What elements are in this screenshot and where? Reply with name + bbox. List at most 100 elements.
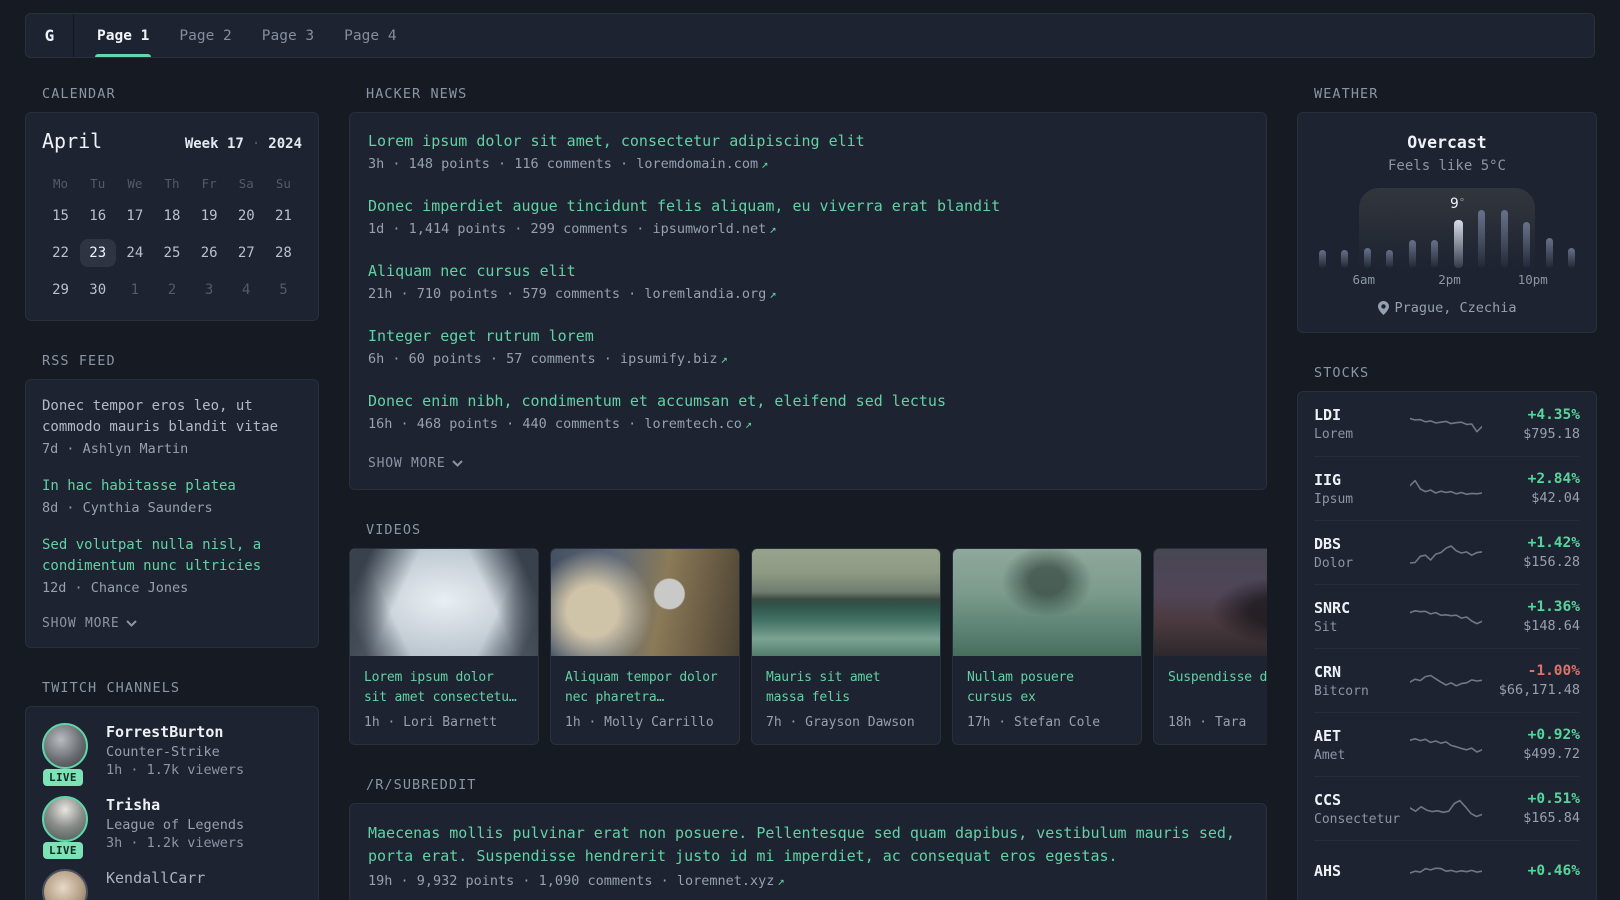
stock-row[interactable]: IIG Ipsum +2.84% $42.04 <box>1314 456 1580 520</box>
hn-item: Lorem ipsum dolor sit amet, consectetur … <box>368 131 1248 172</box>
hn-item-link[interactable]: Aliquam nec cursus elit <box>368 261 1248 282</box>
hn-item-link[interactable]: Integer eget rutrum lorem <box>368 326 1248 347</box>
twitch-channel-meta: 1h · 1.7k viewers <box>106 762 245 778</box>
calendar-day: 27 <box>237 245 255 261</box>
hacker-news-section-title: HACKER NEWS <box>366 86 468 102</box>
hacker-news-widget: HACKER NEWS Lorem ipsum dolor sit amet, … <box>349 86 1267 490</box>
chevron-down-icon <box>452 460 464 467</box>
twitch-channel-row[interactable]: LIVE ForrestBurton Counter-Strike 1h · 1… <box>42 723 302 786</box>
current-temperature-label: 9° <box>1450 196 1465 212</box>
rss-item: In hac habitasse platea 8d · Cynthia Sau… <box>42 476 302 516</box>
calendar-day: 24 <box>126 245 144 261</box>
tab-page-4[interactable]: Page 4 <box>342 14 398 57</box>
rss-item-link[interactable]: In hac habitasse platea <box>42 476 302 497</box>
hn-meta-text: 3h · 148 points · 116 comments · loremdo… <box>368 156 759 172</box>
twitch-channel-name: Trisha <box>106 796 161 814</box>
stock-ticker: AHS <box>1314 862 1342 880</box>
stock-price: $165.84 <box>1523 810 1580 826</box>
calendar-day: 22 <box>52 245 69 261</box>
calendar-day: 26 <box>200 245 218 261</box>
stock-ticker: DBS <box>1314 534 1342 553</box>
video-thumbnail <box>551 549 739 656</box>
calendar-day: 17 <box>126 208 144 224</box>
weather-location: Prague, Czechia <box>1314 300 1580 316</box>
rss-item-meta: 12d · Chance Jones <box>42 580 189 596</box>
calendar-day: 29 <box>52 282 69 298</box>
hn-meta-text: 21h · 710 points · 579 comments · loreml… <box>368 286 767 302</box>
stock-ticker: LDI <box>1314 406 1342 424</box>
calendar-grid: Mo Tu We Th Fr Sa Su 15 16 17 18 19 20 21 22 23 24 25 26 27… <box>42 173 302 304</box>
hn-item: Integer eget rutrum lorem 6h · 60 points… <box>368 326 1248 367</box>
stock-name: Amet <box>1314 747 1346 763</box>
show-more-label: SHOW MORE <box>368 456 446 471</box>
hn-item: Donec imperdiet augue tincidunt felis al… <box>368 196 1248 237</box>
weather-time-axis: 6am 2pm 10pm <box>1319 272 1575 288</box>
reddit-post-link[interactable]: Maecenas mollis pulvinar erat non posuer… <box>368 822 1248 869</box>
rss-item-link[interactable]: Sed volutpat nulla nisl, a condimentum n… <box>42 535 302 577</box>
hn-item-link[interactable]: Donec enim nibh, condimentum et accumsan… <box>368 391 1248 412</box>
hn-item-link[interactable]: Lorem ipsum dolor sit amet, consectetur … <box>368 131 1248 152</box>
rss-item: Donec tempor eros leo, ut commodo mauris… <box>42 396 302 457</box>
video-card[interactable]: Suspendisse diam 18h · Tara <box>1153 548 1267 745</box>
rss-item-meta: 8d · Cynthia Saunders <box>42 500 213 516</box>
hn-item-link[interactable]: Donec imperdiet augue tincidunt felis al… <box>368 196 1248 217</box>
stock-name: Lorem <box>1314 427 1354 442</box>
middle-column: HACKER NEWS Lorem ipsum dolor sit amet, … <box>349 86 1267 900</box>
video-title: Nullam posuere cursus ex <box>967 670 1074 706</box>
rss-item-link[interactable]: Donec tempor eros leo, ut commodo mauris… <box>42 396 302 438</box>
calendar-day: 20 <box>237 208 255 224</box>
stock-change: +0.51% <box>1527 791 1580 807</box>
show-more-label: SHOW MORE <box>42 616 120 631</box>
twitch-channel-row[interactable]: KendallCarr <box>42 869 302 900</box>
stock-name: Bitcorn <box>1314 683 1369 699</box>
stock-row[interactable]: AET Amet +0.92% $499.72 <box>1314 712 1580 776</box>
chevron-down-icon <box>126 620 138 627</box>
weather-bar <box>1319 250 1326 268</box>
calendar-weekday: We <box>127 175 143 191</box>
stock-name: Consectetur <box>1314 811 1401 827</box>
stock-price: $156.28 <box>1523 554 1580 570</box>
twitch-channel-category: Counter-Strike <box>106 744 220 760</box>
external-link-icon: ↗ <box>769 287 777 301</box>
hn-meta-text: 6h · 60 points · 57 comments · ipsumify.… <box>368 351 718 367</box>
stock-row[interactable]: LDI Lorem +4.35% $795.18 <box>1314 392 1580 456</box>
weather-condition: Overcast <box>1407 133 1487 152</box>
hn-item-meta: 1d · 1,414 points · 299 comments · ipsum… <box>368 221 1248 237</box>
tab-page-3[interactable]: Page 3 <box>260 14 316 57</box>
weather-bar <box>1386 250 1394 268</box>
calendar-weekday: Mo <box>53 175 69 191</box>
stock-row[interactable]: SNRC Sit +1.36% $148.64 <box>1314 584 1580 648</box>
stock-row[interactable]: CCS Consectetur +0.51% $165.84 <box>1314 776 1580 840</box>
video-card[interactable]: Nullam posuere cursus ex 17h · Stefan Co… <box>952 548 1142 745</box>
stock-sparkline <box>1410 479 1482 495</box>
subreddit-section-title: /R/SUBREDDIT <box>366 777 477 793</box>
tab-page-1[interactable]: Page 1 <box>95 14 152 57</box>
twitch-channel-row[interactable]: LIVE Trisha League of Legends 3h · 1.2k … <box>42 796 302 859</box>
weather-bar <box>1478 210 1486 268</box>
weather-bar-current <box>1453 220 1463 268</box>
app-logo[interactable]: G <box>26 14 74 57</box>
video-card[interactable]: Lorem ipsum dolor sit amet consectetu… 1… <box>349 548 539 745</box>
stock-change: +1.36% <box>1527 599 1580 615</box>
stock-row[interactable]: CRN Bitcorn -1.00% $66,171.48 <box>1314 648 1580 712</box>
video-title: Mauris sit amet massa felis <box>766 670 881 706</box>
tab-page-2[interactable]: Page 2 <box>177 14 233 57</box>
rss-show-more-button[interactable]: SHOW MORE <box>42 616 302 631</box>
hn-item-meta: 3h · 148 points · 116 comments · loremdo… <box>368 156 1248 172</box>
calendar-day: 1 <box>130 282 140 298</box>
weather-widget: WEATHER Overcast Feels like 5°C 9° 6am 2… <box>1297 86 1597 333</box>
twitch-channel-name: KendallCarr <box>106 869 206 887</box>
video-card[interactable]: Mauris sit amet massa felis 7h · Grayson… <box>751 548 941 745</box>
video-card[interactable]: Aliquam tempor dolor nec pharetra… 1h · … <box>550 548 740 745</box>
weather-bar <box>1545 238 1553 268</box>
weather-bar-chart <box>1319 210 1575 268</box>
avatar <box>42 869 88 900</box>
stock-row[interactable]: DBS Dolor +1.42% $156.28 <box>1314 520 1580 584</box>
video-title: Suspendisse diam <box>1168 670 1267 685</box>
stock-ticker: SNRC <box>1314 598 1351 617</box>
rss-item: Sed volutpat nulla nisl, a condimentum n… <box>42 535 302 596</box>
calendar-day: 19 <box>200 208 218 224</box>
stock-row[interactable]: AHS +0.46% <box>1314 840 1580 900</box>
calendar-day: 30 <box>89 282 107 298</box>
hn-show-more-button[interactable]: SHOW MORE <box>368 456 1248 471</box>
